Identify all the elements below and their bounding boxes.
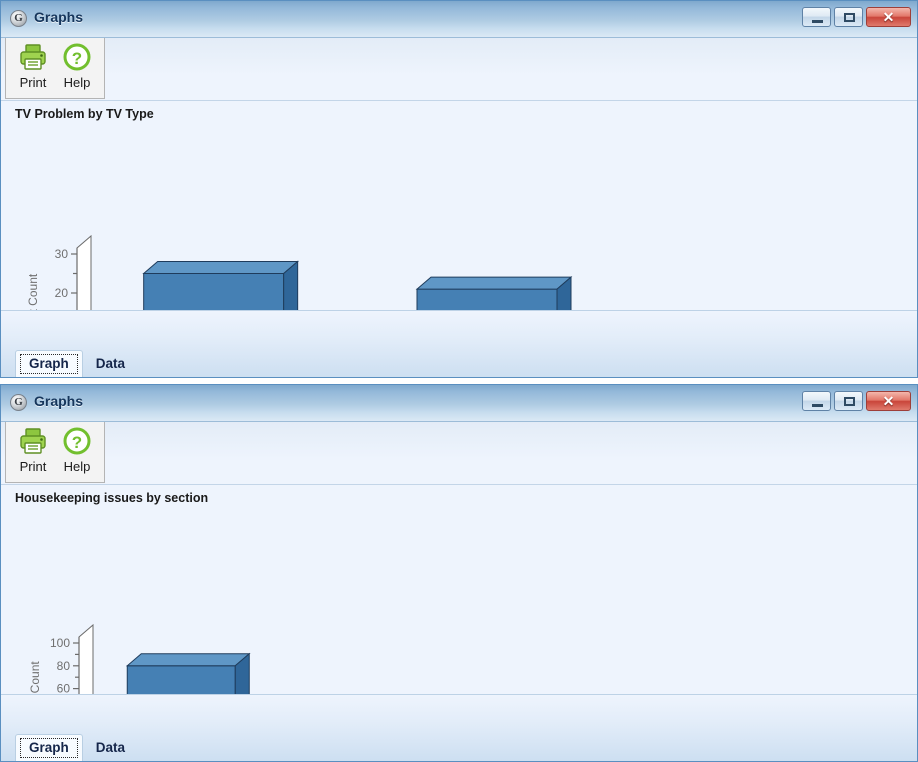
help-button[interactable]: ? Help — [55, 41, 99, 90]
graphs-window-1: G Graphs ✕ Print ? Help TV Problem by TV… — [0, 0, 918, 378]
chart-panel: Housekeeping issues by section 020406080… — [1, 485, 917, 697]
window-title: Graphs — [34, 9, 84, 25]
graphs-window-2: G Graphs ✕ Print ? Help Housekeeping iss… — [0, 384, 918, 762]
bar-chart-1: 0102030Incident Count36" LG Plasma24" Co… — [26, 234, 573, 313]
svg-text:?: ? — [72, 433, 82, 452]
graphs-app-icon: G — [10, 394, 27, 411]
minimize-button[interactable] — [802, 7, 831, 27]
focus-ring — [20, 354, 78, 374]
window-controls: ✕ — [802, 7, 911, 27]
chart-panel: TV Problem by TV Type 0102030Incident Co… — [1, 101, 917, 313]
print-button-label: Print — [19, 75, 47, 90]
tabs: Graph Data — [15, 734, 138, 761]
close-button[interactable]: ✕ — [866, 7, 911, 27]
help-button-label: Help — [63, 459, 91, 474]
tab-data[interactable]: Data — [83, 735, 138, 761]
svg-text:Incident Count: Incident Count — [26, 273, 40, 313]
tab-graph[interactable]: Graph — [15, 350, 83, 377]
graphs-app-icon: G — [10, 10, 27, 27]
maximize-icon — [844, 13, 855, 22]
toolbar-group: Print ? Help — [5, 38, 105, 99]
svg-text:80: 80 — [57, 659, 71, 673]
maximize-icon — [844, 397, 855, 406]
toolbar-group: Print ? Help — [5, 422, 105, 483]
toolbar: Print ? Help — [1, 38, 917, 101]
window-title: Graphs — [34, 393, 84, 409]
print-button[interactable]: Print — [11, 425, 55, 474]
tabs: Graph Data — [15, 350, 138, 377]
svg-text:30: 30 — [55, 247, 69, 261]
svg-text:100: 100 — [50, 636, 70, 650]
help-question-icon: ? — [55, 425, 99, 459]
svg-text:?: ? — [72, 49, 82, 68]
window-titlebar[interactable]: G Graphs ✕ — [1, 385, 917, 422]
tab-data-label: Data — [95, 356, 126, 371]
help-button[interactable]: ? Help — [55, 425, 99, 474]
tab-graph[interactable]: Graph — [15, 734, 83, 761]
tab-data[interactable]: Data — [83, 351, 138, 377]
focus-ring — [20, 738, 78, 758]
bar-chart-2: 020406080100Incident CountHK Section 5HK… — [28, 623, 251, 697]
tab-data-label: Data — [95, 740, 126, 755]
tab-strip: Graph Data — [1, 694, 917, 761]
svg-text:Incident Count: Incident Count — [28, 661, 42, 697]
minimize-icon — [812, 20, 823, 23]
print-button-label: Print — [19, 459, 47, 474]
printer-icon — [11, 41, 55, 75]
maximize-button[interactable] — [834, 391, 863, 411]
help-button-label: Help — [63, 75, 91, 90]
close-button[interactable]: ✕ — [866, 391, 911, 411]
close-icon: ✕ — [882, 393, 895, 409]
help-question-icon: ? — [55, 41, 99, 75]
maximize-button[interactable] — [834, 7, 863, 27]
svg-text:20: 20 — [55, 286, 69, 300]
close-icon: ✕ — [882, 9, 895, 25]
print-button[interactable]: Print — [11, 41, 55, 90]
toolbar: Print ? Help — [1, 422, 917, 485]
printer-icon — [11, 425, 55, 459]
window-controls: ✕ — [802, 391, 911, 411]
minimize-icon — [812, 404, 823, 407]
window-titlebar[interactable]: G Graphs ✕ — [1, 1, 917, 38]
minimize-button[interactable] — [802, 391, 831, 411]
tab-strip: Graph Data — [1, 310, 917, 377]
